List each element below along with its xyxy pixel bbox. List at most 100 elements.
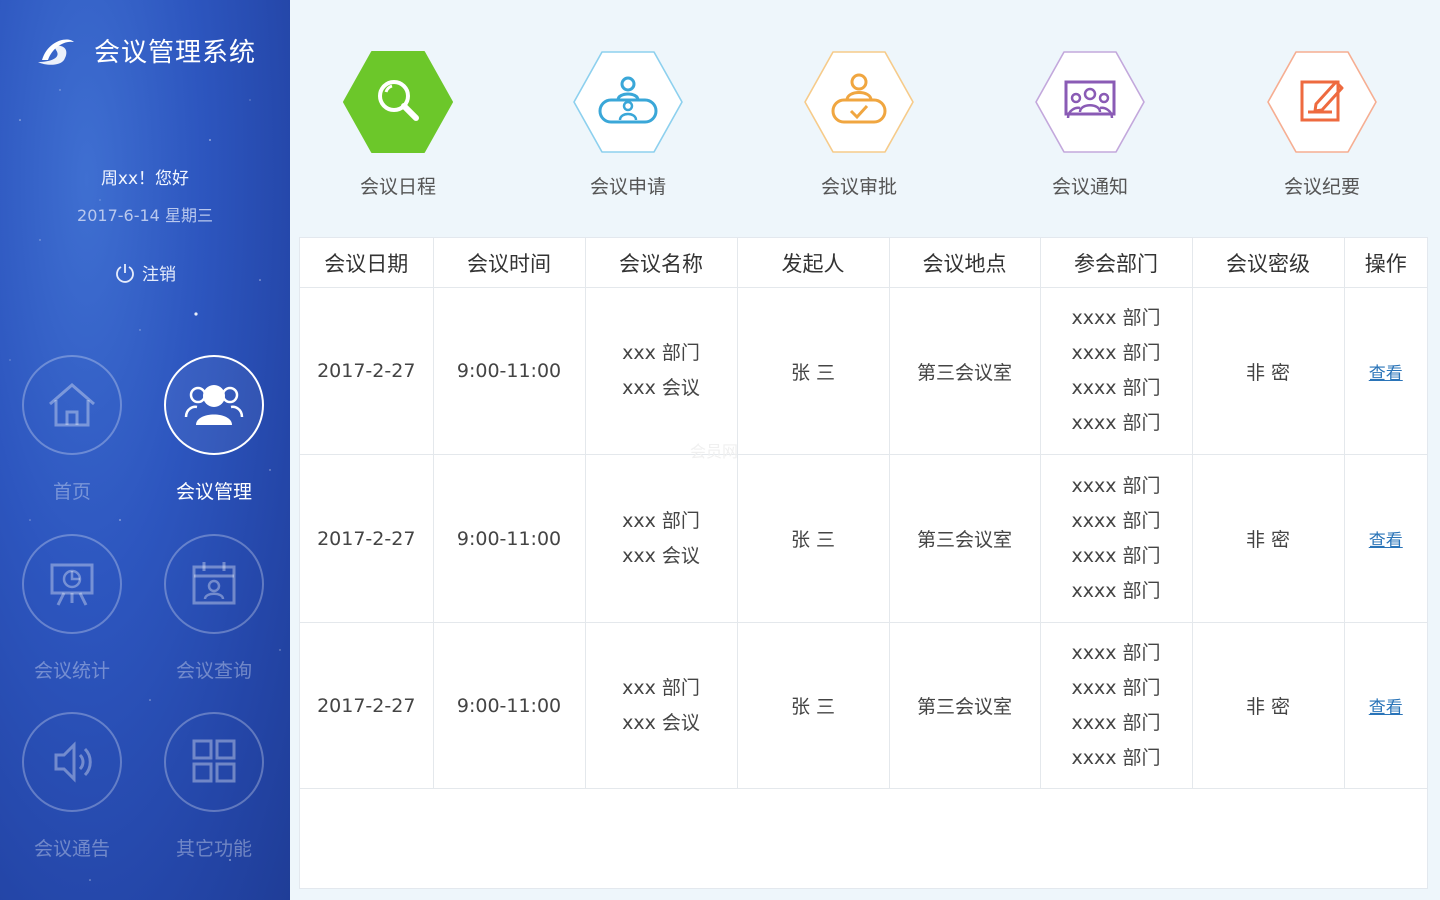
speaker-icon [54, 741, 92, 783]
column-header: 会议名称 [585, 238, 738, 288]
cell-initiator: 张 三 [737, 287, 890, 455]
nav-item-meeting-query[interactable]: 会议查询 [144, 534, 284, 683]
nav-circle [164, 712, 264, 812]
cell-action: 查看 [1344, 454, 1427, 623]
edit-notes-icon [1267, 51, 1377, 153]
cell-time: 9:00-11:00 [433, 287, 586, 455]
toolbar-label: 会议纪要 [1283, 176, 1360, 198]
department-line: xxxx 部门 [1071, 377, 1161, 399]
nav-label: 会议统计 [33, 660, 110, 682]
cell-initiator: 张 三 [737, 454, 890, 623]
department-line: xxxx 部门 [1071, 509, 1161, 532]
sidebar: 会议管理系统 周xx！您好 2017-6-14 星期三 注销 首页 会议管理 会… [0, 0, 290, 900]
cell-location: 第三会议室 [889, 622, 1041, 789]
person-apply-icon [573, 51, 683, 153]
home-icon [49, 383, 95, 427]
nav-circle [22, 534, 122, 634]
person-approve-icon [804, 51, 914, 153]
nav-item-other-functions[interactable]: 其它功能 [144, 712, 284, 861]
cell-date: 2017-2-27 [300, 622, 434, 789]
cell-name: xxx 部门 xxx 会议 [585, 454, 738, 623]
view-link[interactable]: 查看 [1369, 364, 1403, 384]
department-line: xxxx 部门 [1071, 676, 1161, 699]
name-line: xxx 部门 [622, 342, 700, 364]
nav-circle [164, 534, 264, 634]
nav-label: 会议查询 [175, 660, 252, 682]
name-line: xxx 部门 [622, 509, 700, 532]
column-header: 参会部门 [1040, 238, 1193, 288]
logout-button[interactable]: 注销 [0, 260, 290, 285]
cell-date: 2017-2-27 [300, 454, 434, 623]
toolbar-item-approve[interactable]: 会议审批 [779, 48, 939, 199]
toolbar-item-minutes[interactable]: 会议纪要 [1242, 48, 1402, 199]
department-line: xxxx 部门 [1071, 579, 1161, 602]
nav-label: 其它功能 [175, 838, 252, 860]
column-header: 会议日期 [300, 238, 434, 288]
department-line: xxxx 部门 [1071, 641, 1161, 664]
cell-action: 查看 [1344, 287, 1427, 455]
department-line: xxxx 部门 [1071, 746, 1161, 769]
toolbar-label: 会议申请 [589, 176, 666, 198]
cell-name: xxx 部门 xxx 会议 [585, 622, 738, 789]
cell-time: 9:00-11:00 [433, 622, 586, 789]
cell-departments: xxxx 部门 xxxx 部门 xxxx 部门 xxxx 部门 [1040, 287, 1193, 455]
brand: 会议管理系统 [34, 30, 256, 70]
cell-location: 第三会议室 [889, 287, 1041, 455]
view-link[interactable]: 查看 [1369, 531, 1403, 551]
column-header: 会议地点 [889, 238, 1041, 288]
current-date: 2017-6-14 星期三 [77, 206, 213, 225]
department-line: xxxx 部门 [1071, 711, 1161, 734]
column-header: 会议密级 [1192, 238, 1345, 288]
cell-departments: xxxx 部门 xxxx 部门 xxxx 部门 xxxx 部门 [1040, 454, 1193, 623]
nav-label: 会议管理 [175, 481, 252, 503]
department-line: xxxx 部门 [1071, 544, 1161, 567]
name-line: xxx 部门 [622, 676, 700, 699]
table-header: 会议日期 会议时间 会议名称 发起人 会议地点 参会部门 会议密级 操作 [300, 238, 1427, 288]
column-header: 发起人 [737, 238, 890, 288]
toolbar-label: 会议日程 [359, 176, 436, 198]
app-title: 会议管理系统 [94, 37, 257, 68]
meeting-schedule-table: 会议日期 会议时间 会议名称 发起人 会议地点 参会部门 会议密级 操作 201… [299, 237, 1428, 889]
logout-label: 注销 [142, 265, 176, 285]
nav-label: 首页 [52, 481, 91, 503]
name-line: xxx 会议 [622, 377, 700, 399]
department-line: xxxx 部门 [1071, 307, 1161, 329]
department-line: xxxx 部门 [1071, 412, 1161, 434]
meeting-table: 会议日期 会议时间 会议名称 发起人 会议地点 参会部门 会议密级 操作 201… [300, 238, 1427, 789]
logo-icon [38, 39, 74, 65]
toolbar-item-notice[interactable]: 会议通知 [1010, 48, 1170, 199]
calendar-person-icon [192, 562, 236, 605]
department-line: xxxx 部门 [1071, 474, 1161, 497]
table-row: 2017-2-27 9:00-11:00 xxx 部门 xxx 会议 张 三 第… [300, 622, 1427, 789]
nav-circle [22, 712, 122, 812]
nav-item-meeting-notice[interactable]: 会议通告 [2, 712, 142, 861]
cell-location: 第三会议室 [889, 454, 1041, 623]
presentation-chart-icon [50, 563, 94, 606]
view-link[interactable]: 查看 [1369, 698, 1403, 718]
nav-circle [164, 355, 264, 455]
toolbar-item-schedule[interactable]: 会议日程 [318, 48, 478, 199]
table-row: 2017-2-27 9:00-11:00 xxx 部门 xxx 会议 张 三 第… [300, 454, 1427, 623]
toolbar-label: 会议通知 [1051, 176, 1128, 198]
user-greeting: 周xx！您好 [100, 169, 190, 189]
function-toolbar: 会议日程 会议申请 会议审批 会议通知 会议纪要 [290, 0, 1440, 230]
toolbar-label: 会议审批 [820, 176, 897, 198]
cell-name: xxx 部门 xxx 会议 [585, 287, 738, 455]
cell-action: 查看 [1344, 622, 1427, 789]
watermark: 会员网 [690, 442, 739, 461]
power-icon [116, 263, 134, 283]
group-notice-icon [1035, 51, 1145, 153]
cell-time: 9:00-11:00 [433, 454, 586, 623]
search-icon [343, 51, 453, 153]
users-icon [184, 385, 244, 425]
toolbar-item-apply[interactable]: 会议申请 [548, 48, 708, 199]
cell-initiator: 张 三 [737, 622, 890, 789]
cell-level: 非 密 [1192, 454, 1345, 623]
cell-level: 非 密 [1192, 287, 1345, 455]
nav-item-meeting-statistics[interactable]: 会议统计 [2, 534, 142, 683]
name-line: xxx 会议 [622, 711, 700, 734]
nav-item-home[interactable]: 首页 [2, 355, 142, 504]
table-row: 2017-2-27 9:00-11:00 xxx 部门 xxx 会议 张 三 第… [300, 287, 1427, 455]
nav-item-meeting-management[interactable]: 会议管理 [144, 355, 284, 504]
grid-icon [192, 739, 236, 783]
